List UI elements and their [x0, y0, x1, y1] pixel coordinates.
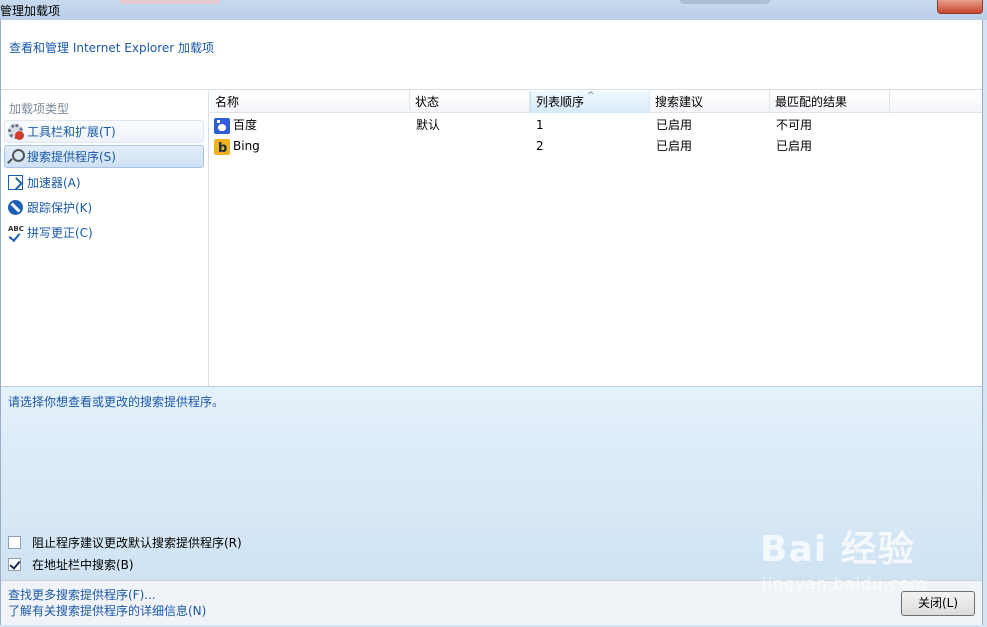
header-text: 查看和管理 Internet Explorer 加载项: [9, 41, 215, 55]
checkbox-box[interactable]: [8, 536, 21, 549]
provider-name: 百度: [233, 118, 258, 132]
cell-status: 默认: [416, 118, 441, 132]
cell-top-result: 不可用: [776, 118, 813, 132]
table-row[interactable]: 百度 默认 1 已启用 不可用: [210, 115, 982, 136]
sidebar-item-label: 跟踪保护(K): [27, 201, 93, 215]
column-header-suggestions[interactable]: 搜索建议: [650, 91, 770, 113]
details-panel: 请选择你想查看或更改的搜索提供程序。 阻止程序建议更改默认搜索提供程序(R) 在…: [1, 386, 982, 580]
sidebar-item-spelling[interactable]: ABC 拼写更正(C): [4, 221, 204, 244]
cell-name: Bing: [214, 136, 260, 159]
checkbox-label: 在地址栏中搜索(B): [32, 558, 134, 572]
titlebar-decoration: [680, 0, 770, 4]
tracking-protection-icon: [8, 200, 23, 215]
close-button[interactable]: 关闭(L): [901, 591, 975, 616]
table-row[interactable]: Bing 2 已启用 已启用: [210, 136, 982, 159]
spelling-icon: ABC: [8, 225, 24, 240]
addon-type-label: 加载项类型: [9, 102, 70, 116]
sidebar-item-accelerators[interactable]: 加速器(A): [4, 171, 204, 194]
provider-name: Bing: [233, 139, 260, 153]
find-more-providers-link[interactable]: 查找更多搜索提供程序(F)...: [8, 586, 156, 603]
cell-order: 2: [536, 139, 544, 153]
sidebar-item-label: 加速器(A): [27, 176, 81, 190]
window-close-button[interactable]: [937, 0, 983, 14]
header-panel: 查看和管理 Internet Explorer 加载项: [1, 20, 982, 90]
baidu-logo-icon: [214, 117, 233, 134]
titlebar-decoration: [120, 0, 220, 4]
cell-top-result: 已启用: [776, 139, 813, 153]
table-header: 名称 状态 列表顺序 ^ 搜索建议 最匹配的结果: [210, 91, 982, 113]
learn-more-link[interactable]: 了解有关搜索提供程序的详细信息(N): [8, 602, 206, 619]
sidebar-item-search-providers[interactable]: 搜索提供程序(S): [4, 145, 204, 168]
search-provider-list: 名称 状态 列表顺序 ^ 搜索建议 最匹配的结果 百度 默认 1 已启用 不可用…: [210, 91, 982, 386]
sidebar-item-tracking-protection[interactable]: 跟踪保护(K): [4, 196, 204, 219]
addon-type-sidebar: 加载项类型 工具栏和扩展(T) 搜索提供程序(S) 加速器(A) 跟踪保护(K)…: [1, 91, 209, 386]
title-bar: 管理加载项: [0, 0, 987, 20]
checkbox-label: 阻止程序建议更改默认搜索提供程序(R): [32, 536, 242, 550]
accelerator-icon: [8, 175, 23, 190]
gear-icon: [8, 124, 24, 140]
bing-logo-icon: [214, 138, 230, 159]
sort-ascending-icon: ^: [587, 91, 595, 101]
sidebar-item-label: 搜索提供程序(S): [27, 150, 116, 164]
checkbox-box[interactable]: [8, 558, 21, 571]
search-icon: [8, 149, 25, 164]
prevent-default-change-checkbox[interactable]: 阻止程序建议更改默认搜索提供程序(R): [8, 534, 242, 551]
cell-suggestions: 已启用: [656, 118, 693, 132]
sidebar-item-label: 工具栏和扩展(T): [27, 125, 116, 139]
cell-order: 1: [536, 118, 544, 132]
details-text: 请选择你想查看或更改的搜索提供程序。: [8, 395, 225, 409]
sidebar-item-label: 拼写更正(C): [27, 226, 93, 240]
column-header-order[interactable]: 列表顺序 ^: [530, 91, 650, 113]
column-header-top-result[interactable]: 最匹配的结果: [770, 91, 890, 113]
dialog-footer: 查找更多搜索提供程序(F)... 了解有关搜索提供程序的详细信息(N) 关闭(L…: [1, 580, 982, 625]
column-header-status[interactable]: 状态: [410, 91, 530, 113]
window-title: 管理加载项: [0, 4, 61, 18]
search-in-addressbar-checkbox[interactable]: 在地址栏中搜索(B): [8, 556, 134, 573]
dialog-body: 查看和管理 Internet Explorer 加载项 加载项类型 工具栏和扩展…: [0, 20, 983, 625]
cell-suggestions: 已启用: [656, 139, 693, 153]
column-header-name[interactable]: 名称: [210, 91, 410, 113]
column-header-label: 列表顺序: [536, 95, 585, 109]
cell-name: 百度: [214, 115, 257, 136]
sidebar-item-toolbars[interactable]: 工具栏和扩展(T): [4, 120, 204, 143]
